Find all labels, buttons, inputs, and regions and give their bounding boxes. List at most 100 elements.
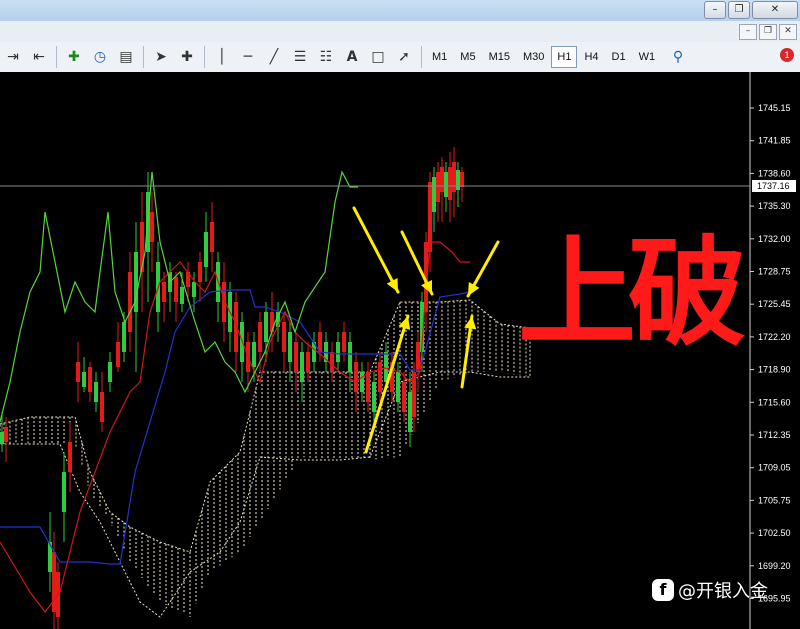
axis-tick-label: 1702.50 [758, 528, 791, 538]
candle-body [432, 177, 436, 212]
axis-tick-label: 1741.85 [758, 136, 791, 146]
chart-shift-icon[interactable]: ⇤ [28, 46, 50, 68]
candle-body [330, 352, 334, 372]
candle-body [416, 342, 420, 372]
candle-body [336, 342, 340, 362]
cursor-icon[interactable]: ➤ [150, 46, 172, 68]
candle-body [402, 382, 406, 412]
text-label-icon[interactable]: □ [367, 46, 389, 68]
timeframe-w1[interactable]: W1 [633, 46, 662, 68]
toolbar-divider [56, 46, 57, 68]
candle-body [452, 162, 456, 192]
text-icon[interactable]: A [341, 46, 363, 68]
horizontal-line-icon[interactable]: ─ [237, 46, 259, 68]
window-controls: – ❐ ✕ [704, 1, 798, 19]
axis-tick-label: 1709.05 [758, 463, 791, 473]
axis-tick-label: 1705.75 [758, 495, 791, 505]
templates-icon[interactable]: ▤ [115, 46, 137, 68]
axis-tick-label: 1745.15 [758, 103, 791, 113]
periods-icon[interactable]: ◷ [89, 46, 111, 68]
candle-body [116, 342, 120, 367]
candle-body [282, 322, 286, 352]
toolbar-divider [421, 46, 422, 68]
candle-body [456, 170, 460, 190]
candle-body [108, 362, 112, 382]
axis-tick-label: 1699.20 [758, 561, 791, 571]
axis-tick-label: 1718.90 [758, 365, 791, 375]
candle-body [162, 282, 166, 302]
breakout-annotation: 上破 [518, 224, 753, 362]
candle-body [68, 442, 72, 472]
candle-body [88, 367, 92, 392]
candle-body [100, 392, 104, 422]
candle-body [448, 167, 452, 200]
restore-icon[interactable]: ❐ [728, 1, 750, 19]
chart-close-icon[interactable]: ✕ [779, 24, 797, 40]
axis-tick-label: 1732.00 [758, 234, 791, 244]
close-icon[interactable]: ✕ [752, 1, 798, 19]
candle-body [252, 342, 256, 367]
watermark-logo: f [652, 579, 674, 601]
candle-body [128, 272, 132, 332]
axis-tick-label: 1735.30 [758, 201, 791, 211]
fibonacci-icon[interactable]: ☷ [315, 46, 337, 68]
candle-body [342, 332, 346, 352]
vertical-line-icon[interactable]: │ [211, 46, 233, 68]
timeframe-m1[interactable]: M1 [426, 46, 453, 68]
candle-body [396, 372, 400, 402]
timeframe-m30[interactable]: M30 [517, 46, 550, 68]
axis-tick-label: 1728.75 [758, 267, 791, 277]
toolbar-divider [143, 46, 144, 68]
candle-body [52, 552, 56, 612]
candle-body [82, 372, 86, 387]
timeframe-m5[interactable]: M5 [454, 46, 481, 68]
chart-restore-icon[interactable]: ❐ [759, 24, 777, 40]
candle-body [204, 232, 208, 267]
candle-body [0, 432, 4, 444]
candle-body [354, 362, 358, 392]
annotation-text: 上破 [518, 224, 745, 362]
candle-body [150, 212, 154, 242]
trendline-icon[interactable]: ╱ [263, 46, 285, 68]
watermark-text: @开银入金 [678, 581, 768, 602]
timeframe-h4[interactable]: H4 [578, 46, 604, 68]
candle-body [372, 382, 376, 412]
watermark: f @开银入金 [652, 577, 768, 603]
timeframe-d1[interactable]: D1 [606, 46, 632, 68]
candle-body [62, 472, 66, 512]
minimize-icon[interactable]: – [704, 1, 726, 19]
toolbar-divider [204, 46, 205, 68]
candle-body [210, 222, 214, 252]
axis-tick-label: 1725.45 [758, 299, 791, 309]
candle-body [264, 312, 268, 342]
candle-body [378, 362, 382, 392]
candle-body [360, 372, 364, 392]
candle-body [460, 172, 464, 187]
menu-bar: – ❐ ✕ [0, 21, 800, 42]
timeframe-h1[interactable]: H1 [551, 46, 578, 68]
candle-body [384, 352, 388, 382]
candle-body [94, 382, 98, 402]
candle-body [348, 342, 352, 372]
candle-body [198, 262, 202, 282]
axis-tick-label: 1715.60 [758, 397, 791, 407]
chart-minimize-icon[interactable]: – [739, 24, 757, 40]
equidistant-channel-icon[interactable]: ☰ [289, 46, 311, 68]
candle-body [294, 342, 298, 372]
notification-badge[interactable]: 1 [780, 48, 794, 62]
candle-body [76, 362, 80, 382]
candle-body [122, 322, 126, 352]
autoscroll-icon[interactable]: ⇥ [2, 46, 24, 68]
arrows-icon[interactable]: ➚ [393, 46, 415, 68]
candle-body [440, 167, 444, 192]
search-icon[interactable]: ⚲ [667, 46, 689, 68]
title-bar: – ❐ ✕ [0, 0, 800, 21]
timeframe-m15[interactable]: M15 [483, 46, 516, 68]
candle-body [4, 427, 8, 442]
price-chart[interactable]: 1745.15 1741.85 1738.60 1735.30 1732.00 1728.… [0, 72, 800, 629]
crosshair-icon[interactable]: ✚ [176, 46, 198, 68]
candle-body [408, 392, 412, 432]
add-indicator-icon[interactable]: ✚ [63, 46, 85, 68]
candle-body [436, 172, 440, 202]
chart-window-controls: – ❐ ✕ [739, 24, 797, 40]
